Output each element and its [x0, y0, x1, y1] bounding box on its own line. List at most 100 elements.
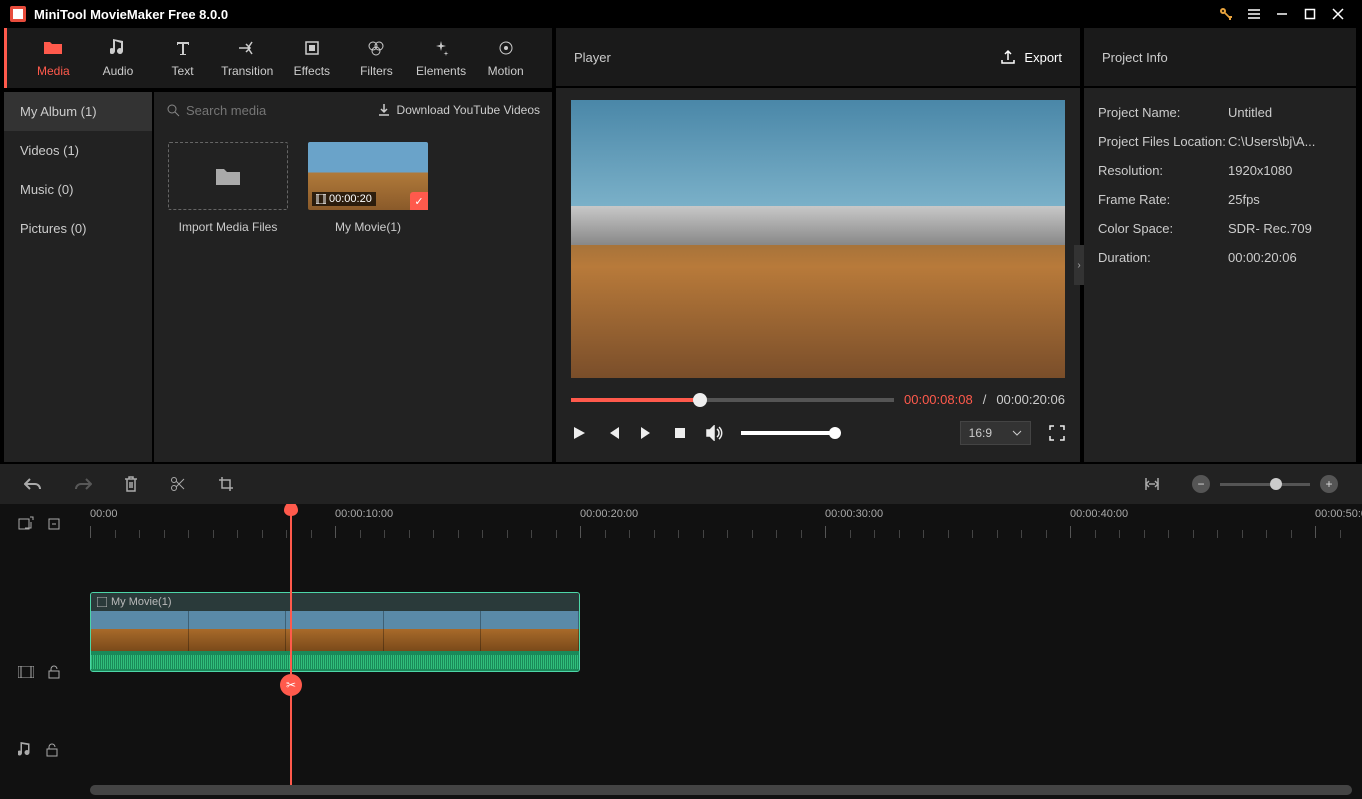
clip-name: My Movie(1)	[111, 596, 172, 608]
folder-icon	[43, 38, 63, 58]
tab-label: Transition	[221, 64, 273, 78]
time-total: 00:00:20:06	[996, 392, 1065, 407]
info-key: Frame Rate:	[1098, 192, 1228, 207]
info-key: Color Space:	[1098, 221, 1228, 236]
app-title: MiniTool MovieMaker Free 8.0.0	[34, 7, 228, 22]
player-panel: Player Export 00:00:08:08 / 00:00:20:06	[556, 28, 1080, 462]
info-key: Project Files Location:	[1098, 134, 1228, 149]
maximize-button[interactable]	[1296, 0, 1324, 28]
info-value: 00:00:20:06	[1228, 250, 1342, 265]
redo-button[interactable]	[74, 477, 92, 491]
player-title: Player	[574, 50, 611, 65]
timeline-scrollbar[interactable]	[90, 785, 1352, 795]
crop-button[interactable]	[218, 476, 234, 492]
remove-track-button[interactable]	[48, 516, 64, 532]
zoom-out-button[interactable]: −	[1192, 475, 1210, 493]
tab-media[interactable]: Media	[21, 38, 86, 78]
info-value: Untitled	[1228, 105, 1342, 120]
video-track-icon	[18, 666, 34, 678]
info-value: 1920x1080	[1228, 163, 1342, 178]
timeline-panel: − + 00:0000:00:10:0000:00:20:0000:00:30:…	[0, 464, 1362, 799]
tab-transition[interactable]: Transition	[215, 38, 280, 78]
minimize-button[interactable]	[1268, 0, 1296, 28]
progress-slider[interactable]	[571, 398, 894, 402]
playhead[interactable]	[290, 504, 292, 794]
aspect-ratio-select[interactable]: 16:9	[960, 421, 1031, 445]
video-preview[interactable]	[571, 100, 1065, 378]
tab-label: Filters	[360, 64, 393, 78]
split-indicator-icon[interactable]: ✂	[280, 674, 302, 696]
next-frame-button[interactable]	[639, 425, 655, 441]
tab-text[interactable]: Text	[150, 38, 215, 78]
tab-elements[interactable]: Elements	[409, 38, 474, 78]
volume-slider[interactable]	[741, 431, 835, 435]
tab-label: Effects	[294, 64, 330, 78]
media-clip-thumbnail[interactable]: 00:00:20 ✓ My Movie(1)	[308, 142, 428, 234]
info-title: Project Info	[1102, 50, 1168, 65]
ruler-label: 00:00:30:00	[825, 508, 883, 520]
import-label: Import Media Files	[179, 220, 278, 234]
tab-audio[interactable]: Audio	[86, 38, 151, 78]
info-key: Project Name:	[1098, 105, 1228, 120]
export-button[interactable]: Export	[1000, 49, 1062, 65]
undo-button[interactable]	[24, 477, 42, 491]
main-tabs: Media Audio Text Transition Effects Filt…	[4, 28, 552, 88]
lock-track-button[interactable]	[48, 665, 60, 679]
music-note-icon	[108, 38, 128, 58]
lock-track-button[interactable]	[46, 743, 58, 757]
download-youtube-link[interactable]: Download YouTube Videos	[377, 103, 540, 117]
vip-key-icon[interactable]	[1212, 0, 1240, 28]
play-button[interactable]	[571, 425, 587, 441]
tab-label: Motion	[488, 64, 524, 78]
check-icon: ✓	[410, 192, 428, 210]
add-track-button[interactable]	[18, 516, 34, 532]
import-media-button[interactable]: Import Media Files	[168, 142, 288, 234]
ruler-label: 00:00:50:00	[1315, 508, 1362, 520]
info-value: C:\Users\bj\A...	[1228, 134, 1342, 149]
app-logo-icon	[10, 6, 26, 22]
sidebar-item-videos[interactable]: Videos (1)	[4, 131, 152, 170]
video-track[interactable]: My Movie(1)	[90, 592, 1352, 672]
zoom-slider[interactable]	[1220, 483, 1310, 486]
zoom-in-button[interactable]: +	[1320, 475, 1338, 493]
tab-filters[interactable]: Filters	[344, 38, 409, 78]
film-icon	[97, 597, 107, 607]
stop-button[interactable]	[673, 426, 687, 440]
tab-motion[interactable]: Motion	[473, 38, 538, 78]
timeline-ruler[interactable]: 00:0000:00:10:0000:00:20:0000:00:30:0000…	[90, 504, 1352, 544]
sidebar-item-my-album[interactable]: My Album (1)	[4, 92, 152, 131]
sidebar-item-music[interactable]: Music (0)	[4, 170, 152, 209]
search-input[interactable]	[186, 103, 369, 118]
titlebar: MiniTool MovieMaker Free 8.0.0	[0, 0, 1362, 28]
prev-frame-button[interactable]	[605, 425, 621, 441]
download-icon	[377, 103, 391, 117]
info-value: SDR- Rec.709	[1228, 221, 1342, 236]
tab-effects[interactable]: Effects	[280, 38, 345, 78]
ratio-value: 16:9	[969, 426, 992, 440]
ruler-label: 00:00:10:00	[335, 508, 393, 520]
audio-track-icon	[18, 742, 32, 758]
hamburger-menu-icon[interactable]	[1240, 0, 1268, 28]
download-label: Download YouTube Videos	[397, 103, 540, 117]
transition-icon	[237, 38, 257, 58]
filters-icon	[366, 38, 386, 58]
tab-label: Media	[37, 64, 70, 78]
fit-timeline-button[interactable]	[1144, 477, 1160, 491]
folder-icon	[214, 165, 242, 187]
tab-label: Audio	[103, 64, 134, 78]
volume-button[interactable]	[705, 425, 723, 441]
delete-button[interactable]	[124, 476, 138, 492]
info-value: 25fps	[1228, 192, 1342, 207]
info-key: Duration:	[1098, 250, 1228, 265]
media-panel: Media Audio Text Transition Effects Filt…	[4, 28, 552, 462]
ruler-label: 00:00:40:00	[1070, 508, 1128, 520]
close-button[interactable]	[1324, 0, 1352, 28]
timeline-clip[interactable]: My Movie(1)	[90, 592, 580, 672]
sidebar-item-pictures[interactable]: Pictures (0)	[4, 209, 152, 248]
collapse-panel-button[interactable]: ›	[1074, 245, 1084, 285]
ruler-label: 00:00	[90, 508, 118, 520]
film-icon	[316, 194, 326, 204]
split-button[interactable]	[170, 476, 186, 492]
fullscreen-button[interactable]	[1049, 425, 1065, 441]
effects-icon	[302, 38, 322, 58]
